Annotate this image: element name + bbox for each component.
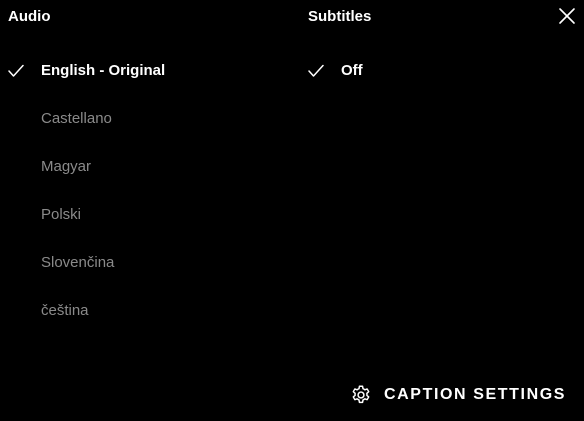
caption-settings-button[interactable]: CAPTION SETTINGS: [350, 383, 566, 407]
audio-option-english-original[interactable]: English - Original: [0, 56, 280, 104]
audio-header: Audio: [8, 8, 51, 25]
close-icon: [558, 7, 576, 25]
audio-option-castellano[interactable]: Castellano: [0, 104, 280, 152]
checkmark-icon: [8, 64, 24, 78]
gear-icon: [350, 384, 372, 406]
audio-option-cestina[interactable]: čeština: [0, 296, 280, 344]
audio-option-slovencina[interactable]: Slovenčina: [0, 248, 280, 296]
close-button[interactable]: [558, 7, 576, 25]
audio-subtitles-panel: Audio Subtitles English - Original Castel…: [0, 0, 584, 421]
subtitles-options-list: Off: [300, 56, 560, 104]
subtitles-option-off[interactable]: Off: [300, 56, 560, 104]
audio-option-label: Slovenčina: [41, 254, 115, 271]
caption-settings-label: CAPTION SETTINGS: [384, 386, 567, 403]
audio-option-label: English - Original: [41, 62, 166, 79]
subtitles-header: Subtitles: [308, 8, 372, 25]
audio-option-magyar[interactable]: Magyar: [0, 152, 280, 200]
audio-option-label: Castellano: [41, 110, 112, 127]
subtitles-option-label: Off: [341, 62, 363, 79]
audio-options-list: English - Original Castellano Magyar Polski…: [0, 56, 280, 344]
audio-option-label: čeština: [41, 302, 89, 319]
audio-option-polski[interactable]: Polski: [0, 200, 280, 248]
checkmark-icon: [308, 64, 324, 78]
audio-option-label: Polski: [41, 206, 82, 223]
audio-option-label: Magyar: [41, 158, 92, 175]
